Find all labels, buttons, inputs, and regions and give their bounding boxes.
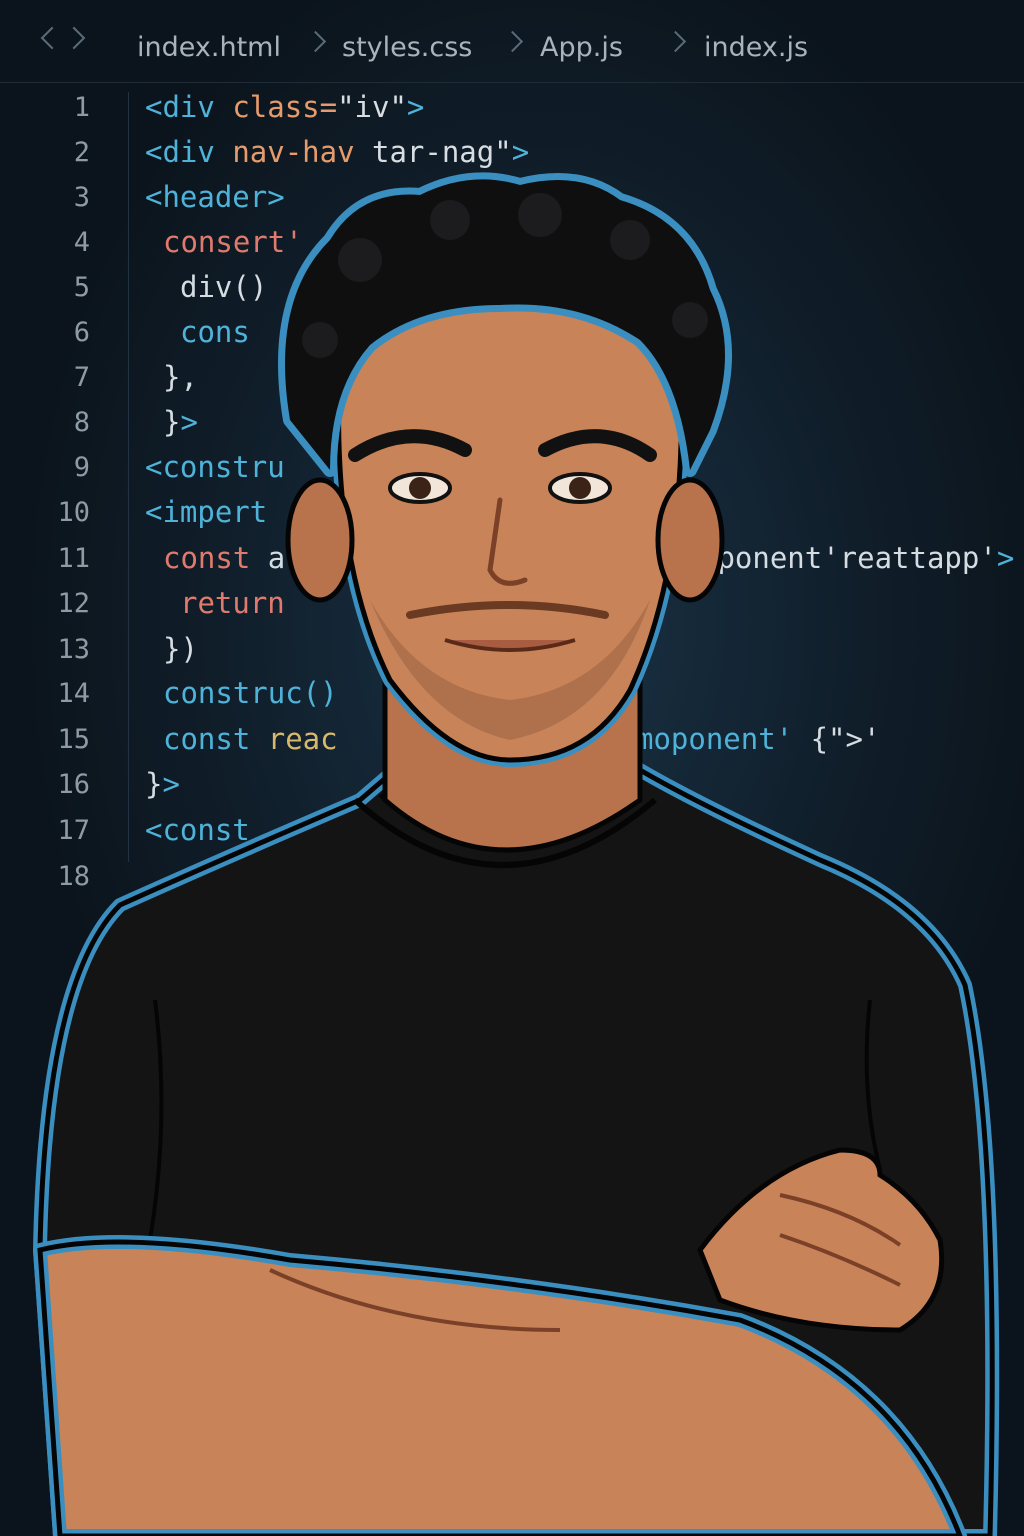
developer-portrait-illustration xyxy=(33,172,1000,1536)
editor-background: index.html styles.css App.js index.js 1 … xyxy=(0,0,1024,1536)
